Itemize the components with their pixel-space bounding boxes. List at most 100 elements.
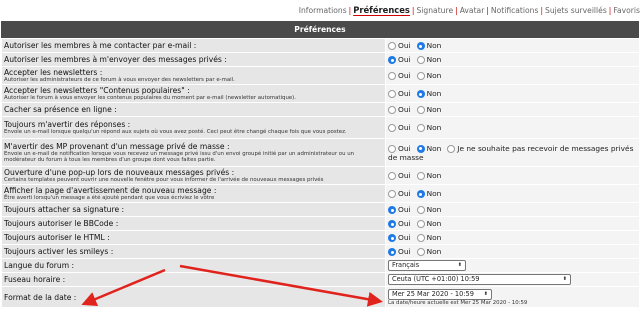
radio-button-icon[interactable] [388, 90, 396, 98]
radio-option[interactable]: Non [416, 41, 448, 50]
radio-button-icon[interactable] [388, 206, 396, 214]
radio-option[interactable]: Oui [388, 41, 417, 50]
preference-label: M'avertir des MP provenant d'un message … [4, 141, 230, 151]
radio-option[interactable]: Oui [388, 233, 417, 242]
preference-label: Afficher la page d'avertissement de nouv… [4, 185, 217, 195]
radio-option[interactable]: Oui [388, 144, 417, 153]
radio-button-icon[interactable] [416, 90, 425, 98]
radio-button-icon[interactable] [388, 144, 396, 153]
radio-button-icon[interactable] [388, 172, 396, 180]
radio-button-icon[interactable] [416, 220, 425, 228]
radio-option[interactable]: Non [416, 205, 448, 214]
radio-option[interactable]: Oui [388, 219, 417, 228]
preference-row: Toujours autoriser le HTML : Oui Non [1, 230, 640, 245]
radio-option[interactable]: Oui [388, 71, 417, 80]
radio-label: Oui [398, 233, 411, 242]
language-row: Langue du forum : Français ⬍ [1, 258, 640, 273]
radio-option[interactable]: Non [416, 219, 448, 228]
timezone-select[interactable]: Ceuta (UTC +01:00) 10:59 ⬍ [388, 274, 571, 285]
radio-button-icon[interactable] [416, 172, 425, 180]
radio-option[interactable]: Oui [388, 205, 417, 214]
language-select[interactable]: Français ⬍ [388, 260, 466, 271]
radio-label: Oui [398, 89, 411, 98]
radio-button-icon[interactable] [388, 124, 396, 132]
radio-option[interactable]: Non [416, 55, 448, 64]
radio-button-icon[interactable] [388, 248, 396, 256]
preference-description: Certains templates peuvent ouvrir une no… [4, 176, 324, 183]
radio-label: Oui [398, 123, 411, 132]
nav-link[interactable]: Préférences [353, 5, 410, 15]
radio-button-icon[interactable] [447, 144, 456, 153]
radio-button-icon[interactable] [416, 190, 425, 198]
preference-row: Toujours autoriser le BBCode : Oui Non [1, 216, 640, 231]
radio-option[interactable]: Non [416, 89, 448, 98]
radio-button-icon[interactable] [416, 72, 425, 80]
radio-option[interactable]: Oui [388, 89, 417, 98]
section-header: Préférences [1, 21, 639, 38]
preferences-table: Autoriser les membres à me contacter par… [1, 38, 640, 308]
radio-button-icon[interactable] [416, 206, 425, 214]
section-title: Préférences [294, 25, 346, 34]
radio-option[interactable]: Non [416, 123, 448, 132]
radio-option[interactable]: Non [416, 71, 448, 80]
preference-label: Autoriser les membres à m'envoyer des me… [4, 55, 227, 64]
radio-option[interactable]: Oui [388, 55, 417, 64]
radio-button-icon[interactable] [388, 56, 396, 64]
preference-row: Toujours attacher sa signature : Oui Non [1, 202, 640, 217]
radio-button-icon[interactable] [416, 248, 425, 256]
radio-option[interactable]: Oui [388, 171, 417, 180]
radio-button-icon[interactable] [416, 234, 425, 242]
radio-option[interactable]: Non [416, 189, 448, 198]
radio-button-icon[interactable] [416, 42, 425, 50]
preference-description: Autoriser le forum à vous envoyer les co… [4, 94, 297, 101]
radio-button-icon[interactable] [388, 72, 396, 80]
radio-button-icon[interactable] [416, 56, 425, 64]
radio-option[interactable]: Oui [388, 247, 417, 256]
radio-label: Oui [398, 55, 411, 64]
radio-option[interactable]: Non [416, 233, 448, 242]
radio-button-icon[interactable] [388, 220, 396, 228]
current-date-hint: La date/heure actuelle est Mer 25 Mar 20… [388, 299, 528, 306]
radio-button-icon[interactable] [388, 42, 396, 50]
nav-separator: | [411, 6, 415, 15]
radio-button-icon[interactable] [416, 124, 425, 132]
radio-option[interactable]: Non [416, 144, 448, 153]
radio-label: Oui [398, 105, 411, 114]
nav-link[interactable]: Informations [299, 6, 347, 15]
radio-button-icon[interactable] [416, 106, 425, 114]
nav-link[interactable]: Favoris [613, 6, 640, 15]
radio-button-icon[interactable] [416, 144, 425, 153]
language-label: Langue du forum : [4, 261, 75, 270]
nav-link[interactable]: Avatar [460, 6, 485, 15]
preference-label: Accepter les newsletters "Contenus popul… [4, 85, 190, 95]
preference-row: Accepter les newsletters : Autoriser les … [1, 66, 640, 85]
radio-option[interactable]: Non [416, 247, 448, 256]
radio-button-icon[interactable] [388, 190, 396, 198]
nav-link[interactable]: Sujets surveillés [545, 6, 607, 15]
radio-label: Oui [398, 189, 411, 198]
radio-option[interactable]: Non [416, 171, 448, 180]
date-format-label: Format de la date : [4, 292, 77, 302]
preference-row: Autoriser les membres à m'envoyer des me… [1, 52, 640, 67]
select-arrow-icon: ⬍ [457, 262, 462, 268]
radio-option[interactable]: Oui [388, 105, 417, 114]
date-format-select[interactable]: Mer 25 Mar 2020 - 10:59 ⬍ [388, 288, 492, 300]
radio-option[interactable]: Oui [388, 123, 417, 132]
preference-label: Autoriser les membres à me contacter par… [4, 41, 197, 50]
nav-link[interactable]: Signature [416, 6, 453, 15]
radio-label: Non [426, 89, 442, 98]
radio-option[interactable]: Non [416, 105, 448, 114]
nav-link[interactable]: Notifications [491, 6, 539, 15]
preference-label: Toujours activer les smileys : [4, 247, 114, 256]
preference-label: Toujours autoriser le HTML : [4, 233, 110, 242]
radio-button-icon[interactable] [388, 106, 396, 114]
preference-description: Être averti lorsqu'un message a été ajou… [4, 194, 215, 201]
preference-row: Autoriser les membres à me contacter par… [1, 38, 640, 53]
preference-label: Ouverture d'une pop-up lors de nouveaux … [4, 167, 235, 177]
radio-label: Non [426, 205, 442, 214]
preference-description: Envoie un e-mail lorsque quelqu'un répon… [4, 128, 347, 135]
radio-option[interactable]: Oui [388, 189, 417, 198]
profile-nav: Informations | Préférences | Signature | Avata… [0, 0, 640, 20]
preference-row: Accepter les newsletters "Contenus popul… [1, 84, 640, 103]
radio-button-icon[interactable] [388, 234, 396, 242]
